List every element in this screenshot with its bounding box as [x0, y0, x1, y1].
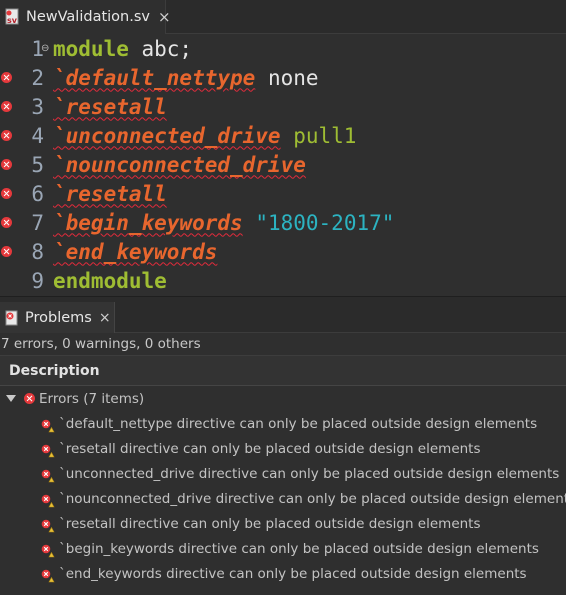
code-token: `default_nettype	[53, 65, 256, 90]
editor-tab-newvalidation[interactable]: sv NewValidation.sv ×	[0, 0, 171, 34]
code-text: `default_nettype none	[53, 66, 319, 90]
code-token: `unconnected_drive	[53, 123, 281, 148]
problem-description: `resetall directive can only be placed o…	[59, 441, 481, 457]
line-number: 3	[31, 94, 44, 119]
line-number: 2	[31, 65, 44, 90]
error-icon	[41, 443, 55, 458]
errors-group[interactable]: Errors (7 items)	[0, 386, 566, 411]
problem-item[interactable]: `nounconnected_drive directive can only …	[0, 487, 566, 512]
problem-item[interactable]: `default_nettype directive can only be p…	[0, 412, 566, 437]
error-icon	[41, 468, 55, 483]
code-text: `end_keywords	[53, 240, 217, 264]
code-token: module	[53, 36, 129, 61]
code-token: "1800-2017"	[255, 210, 395, 235]
close-icon[interactable]: ×	[158, 8, 171, 26]
code-token: `begin_keywords	[53, 210, 243, 235]
code-text: `unconnected_drive pull1	[53, 124, 356, 148]
code-line[interactable]: 8 `end_keywords	[0, 237, 566, 266]
code-token: pull1	[280, 123, 357, 148]
error-icon	[41, 418, 55, 433]
line-number: 8	[31, 239, 44, 264]
column-header-description[interactable]: Description	[0, 355, 566, 386]
code-token: `end_keywords	[53, 239, 218, 264]
code-token: abc;	[128, 36, 193, 61]
problem-description: `nounconnected_drive directive can only …	[59, 491, 566, 507]
problem-description: `end_keywords directive can only be plac…	[59, 566, 527, 582]
line-number: 1	[31, 36, 44, 61]
code-text: endmodule	[53, 269, 167, 293]
error-marker-icon[interactable]	[1, 101, 12, 112]
error-icon	[41, 568, 55, 583]
error-icon	[41, 493, 55, 508]
line-number: 5	[31, 152, 44, 177]
code-line[interactable]: 5 `nounconnected_drive	[0, 150, 566, 179]
code-text: `nounconnected_drive	[53, 153, 306, 177]
tab-problems[interactable]: Problems ×	[0, 302, 115, 334]
code-text: module abc;	[53, 37, 192, 61]
code-token: `resetall	[53, 94, 167, 119]
problem-description: `unconnected_drive directive can only be…	[59, 466, 560, 482]
chevron-down-icon[interactable]	[6, 395, 16, 402]
error-icon	[24, 393, 35, 404]
line-number: 4	[31, 123, 44, 148]
problem-item[interactable]: `unconnected_drive directive can only be…	[0, 462, 566, 487]
code-token: endmodule	[53, 268, 167, 293]
code-line[interactable]: 7 `begin_keywords "1800-2017"	[0, 208, 566, 237]
line-number: 9	[31, 268, 44, 293]
code-text: `resetall	[53, 182, 167, 206]
problem-item[interactable]: `begin_keywords directive can only be pl…	[0, 537, 566, 562]
line-number: 7	[31, 210, 44, 235]
code-line[interactable]: 1 ⊖ module abc;	[0, 34, 566, 63]
code-token: none	[255, 65, 319, 90]
code-line[interactable]: 2 `default_nettype none	[0, 63, 566, 92]
code-line[interactable]: 9 endmodule	[0, 266, 566, 295]
problems-icon	[4, 310, 20, 326]
problem-item[interactable]: `end_keywords directive can only be plac…	[0, 562, 566, 587]
code-token: `resetall	[53, 181, 167, 206]
problem-description: `default_nettype directive can only be p…	[59, 416, 538, 432]
code-text: `begin_keywords "1800-2017"	[53, 211, 394, 235]
error-marker-icon[interactable]	[1, 188, 12, 199]
code-text: `resetall	[53, 95, 167, 119]
code-line[interactable]: 6 `resetall	[0, 179, 566, 208]
problem-item[interactable]: `resetall directive can only be placed o…	[0, 512, 566, 537]
error-marker-icon[interactable]	[1, 72, 12, 83]
code-editor[interactable]: 1 ⊖ module abc; 2 `default_nettype none 3 `res…	[0, 34, 566, 296]
problems-tab-title: Problems	[25, 310, 92, 326]
svg-text:sv: sv	[7, 16, 18, 25]
editor-tab-bar: sv NewValidation.sv ×	[0, 0, 566, 34]
line-number: 6	[31, 181, 44, 206]
column-header-label: Description	[9, 362, 100, 379]
errors-group-label: Errors (7 items)	[39, 390, 145, 407]
fold-collapse-icon[interactable]: ⊖	[41, 43, 49, 54]
problems-tree[interactable]: Errors (7 items) `default_nettype direct…	[0, 386, 566, 595]
error-icon	[41, 543, 55, 558]
editor-tab-title: NewValidation.sv	[26, 9, 150, 25]
problem-description: `begin_keywords directive can only be pl…	[59, 541, 539, 557]
problems-tab-bar: Problems ×	[0, 296, 566, 334]
close-icon[interactable]: ×	[99, 310, 111, 326]
code-line[interactable]: 4 `unconnected_drive pull1	[0, 121, 566, 150]
problems-summary: 7 errors, 0 warnings, 0 others	[0, 333, 566, 355]
error-marker-icon[interactable]	[1, 217, 12, 228]
code-token: `nounconnected_drive	[53, 152, 306, 177]
problem-description: `resetall directive can only be placed o…	[59, 516, 481, 532]
error-marker-icon[interactable]	[1, 130, 12, 141]
error-marker-icon[interactable]	[1, 159, 12, 170]
error-marker-icon[interactable]	[1, 246, 12, 257]
error-icon	[41, 518, 55, 533]
code-line[interactable]: 3 `resetall	[0, 92, 566, 121]
sv-file-icon: sv	[4, 8, 22, 26]
problem-item[interactable]: `resetall directive can only be placed o…	[0, 437, 566, 462]
